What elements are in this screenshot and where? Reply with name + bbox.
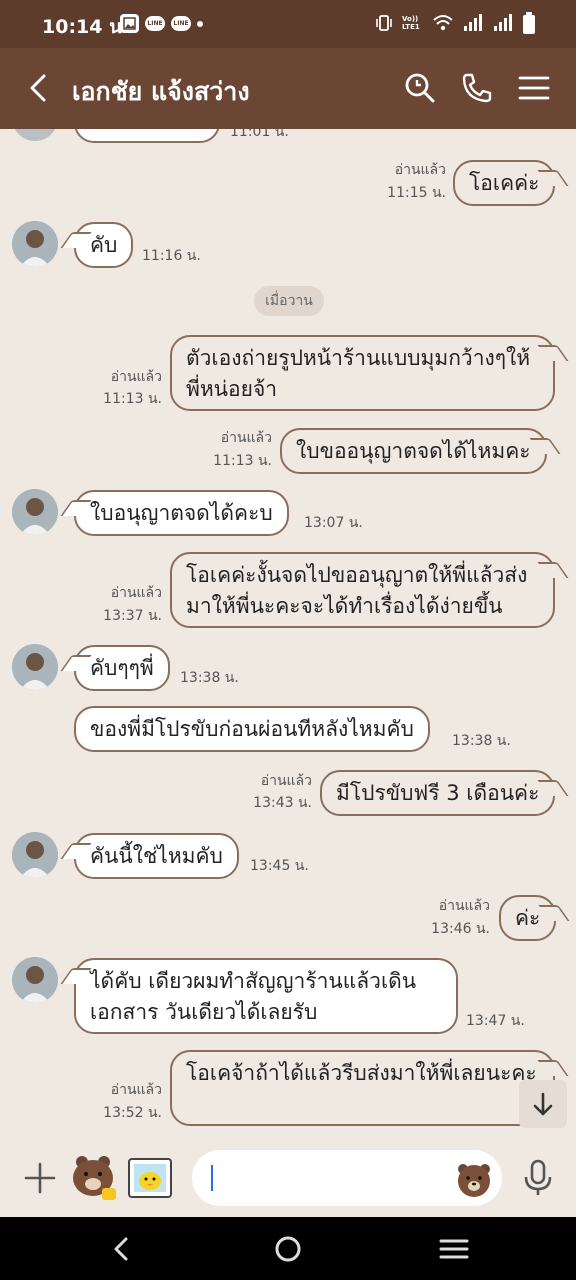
signal-icon (464, 14, 482, 31)
read-receipt: อ่านแล้ว (220, 430, 272, 446)
vibrate-icon (376, 15, 392, 31)
message-bubble-in[interactable]: คับ (74, 222, 134, 268)
menu-icon[interactable] (516, 70, 552, 106)
avatar[interactable] (12, 489, 58, 535)
volte-icon: Vo)) LTE1 (402, 15, 420, 31)
battery-icon (523, 12, 535, 34)
message-time: 11:01 น. (230, 129, 289, 140)
message-bubble-out[interactable]: ใบขออนุญาตจดได้ไหมคะ (280, 428, 547, 474)
message-bubble-in[interactable]: ของพี่มีโปรขับก่อนผ่อนทีหลังไหมคับ (74, 706, 430, 752)
message-bubble-out[interactable]: โอเคค่ะ (453, 160, 556, 206)
nav-home-icon[interactable] (270, 1231, 306, 1267)
photo-icon[interactable] (126, 1154, 174, 1202)
gallery-icon (120, 14, 139, 33)
message-bubble-in[interactable]: คับๆๆพี่ (74, 645, 170, 691)
message-bubble-in[interactable]: คันนี้ใช่ไหมคับ (74, 833, 239, 879)
dot-icon (197, 20, 203, 27)
date-separator: เมื่อวาน (254, 286, 324, 316)
status-bar: 10:14 น. LINE LINE Vo)) LTE1 (0, 0, 576, 48)
line-icon: LINE (171, 16, 191, 31)
message-time: 13:38 น. (180, 670, 239, 686)
read-receipt: อ่านแล้ว (110, 585, 162, 601)
chat-area[interactable]: 11:01 น. อ่านแล้ว 11:15 น. โอเคค่ะ คับ 1… (0, 129, 576, 1140)
line-icon: LINE (145, 16, 165, 31)
notification-icons: LINE LINE (120, 14, 203, 33)
input-bar (0, 1140, 576, 1217)
signal-icon (494, 14, 512, 31)
read-receipt: อ่านแล้ว (260, 773, 312, 789)
read-receipt: อ่านแล้ว (438, 898, 490, 914)
message-time: 11:15 น. (387, 185, 446, 201)
message-bubble-partial[interactable] (74, 129, 220, 143)
message-bubble-in[interactable]: ได้คับ เดียวผมทำสัญญาร้านแล้วเดินเอกสาร … (74, 958, 458, 1034)
status-time: 10:14 น. (42, 16, 130, 38)
avatar[interactable] (12, 832, 58, 878)
message-time: 11:16 น. (142, 248, 201, 264)
message-bubble-out[interactable]: ค่ะ (499, 895, 557, 941)
read-receipt: อ่านแล้ว (110, 1082, 162, 1098)
message-bubble-out[interactable]: โอเคค่ะงั้นจดไปขออนุญาตให้พี่แล้วส่งมาให… (170, 552, 555, 628)
back-arrow-icon[interactable] (22, 70, 58, 106)
read-receipt: อ่านแล้ว (110, 369, 162, 385)
system-icons: Vo)) LTE1 (374, 12, 536, 34)
avatar[interactable] (12, 221, 58, 267)
avatar[interactable] (12, 129, 58, 141)
wifi-icon (433, 15, 453, 31)
read-receipt: อ่านแล้ว (394, 162, 446, 178)
message-time: 13:43 น. (253, 795, 312, 811)
message-time: 13:47 น. (466, 1013, 525, 1029)
avatar[interactable] (12, 957, 58, 1003)
message-bubble-out[interactable]: มีโปรขับฟรี 3 เดือนค่ะ (320, 770, 556, 816)
message-bubble-in[interactable]: ใบอนุญาตจดได้คะบ (74, 490, 289, 536)
message-time: 11:13 น. (103, 391, 162, 407)
message-bubble-out[interactable]: โอเคจ้าถ้าได้แล้วรีบส่งมาให้พี่เลยนะคะ (170, 1050, 555, 1126)
nav-back-icon[interactable] (104, 1231, 140, 1267)
scroll-to-bottom-button[interactable] (519, 1080, 567, 1128)
plus-icon[interactable] (22, 1160, 58, 1196)
search-icon[interactable] (402, 70, 438, 106)
message-time: 13:45 น. (250, 858, 309, 874)
message-time: 11:13 น. (213, 453, 272, 469)
system-nav-bar (0, 1217, 576, 1280)
brown-bear-sticker-icon[interactable] (66, 1152, 118, 1204)
emoji-bear-icon[interactable] (455, 1160, 493, 1198)
text-caret (211, 1165, 213, 1191)
message-bubble-out[interactable]: ตัวเองถ่ายรูปหน้าร้านแบบมุมกว้างๆให้พี่ห… (170, 335, 555, 411)
message-time: 13:37 น. (103, 608, 162, 624)
chat-title: เอกชัย แจ้งสว่าง (72, 77, 250, 106)
avatar[interactable] (12, 644, 58, 690)
message-time: 13:38 น. (452, 733, 511, 749)
nav-recents-icon[interactable] (436, 1231, 472, 1267)
arrow-down-icon (533, 1092, 553, 1116)
message-time: 13:46 น. (431, 921, 490, 937)
message-time: 13:07 น. (304, 515, 363, 531)
message-time: 13:52 น. (103, 1105, 162, 1121)
mic-icon[interactable] (520, 1158, 556, 1198)
chat-header: เอกชัย แจ้งสว่าง (0, 48, 576, 129)
phone-icon[interactable] (459, 70, 495, 106)
